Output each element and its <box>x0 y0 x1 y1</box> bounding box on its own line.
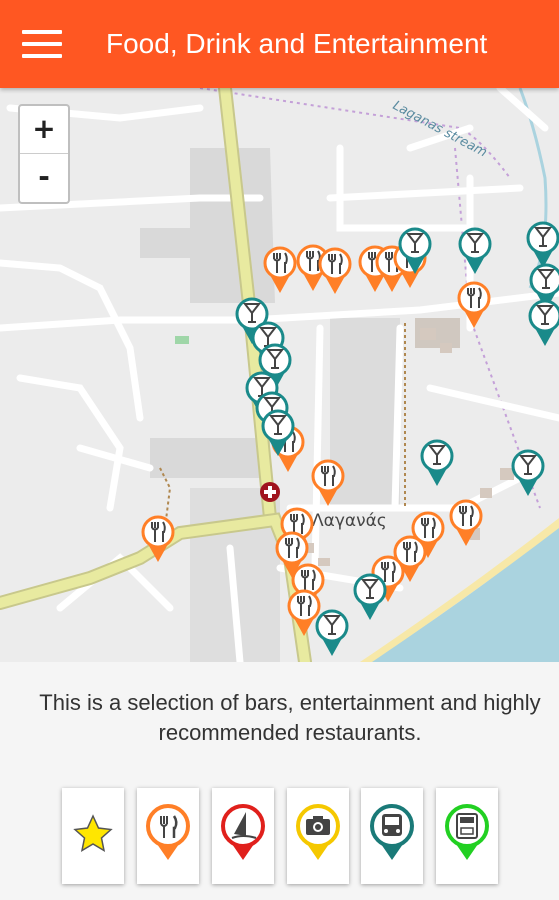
hamburger-menu-icon[interactable] <box>22 30 62 58</box>
bar-marker-icon[interactable] <box>528 299 559 346</box>
zoom-control: + - <box>18 104 70 204</box>
bar-marker-icon[interactable] <box>458 227 492 274</box>
zoom-in-button[interactable]: + <box>20 106 68 154</box>
restaurant-marker-icon[interactable] <box>318 247 352 294</box>
map-view[interactable]: Λαγανάς Laganas stream <box>0 88 559 662</box>
bar-marker-icon[interactable] <box>420 439 454 486</box>
category-activities-button[interactable] <box>212 788 274 884</box>
page-title: Food, Drink and Entertainment <box>106 28 488 59</box>
fork-knife-pin-icon <box>146 804 190 860</box>
hospital-icon <box>260 482 280 502</box>
app-bar: Food, Drink and Entertainment <box>0 0 559 88</box>
category-atm-button[interactable] <box>436 788 498 884</box>
star-icon <box>73 814 113 853</box>
stream-label: Laganas stream <box>390 98 489 160</box>
bar-marker-icon[interactable] <box>511 449 545 496</box>
category-sights-button[interactable] <box>287 788 349 884</box>
zoom-out-button[interactable]: - <box>20 154 68 201</box>
category-favorites-button[interactable] <box>62 788 124 884</box>
bar-marker-icon[interactable] <box>526 221 559 268</box>
category-food-button[interactable] <box>137 788 199 884</box>
bus-pin-icon <box>370 804 414 860</box>
place-label: Λαγανάς <box>312 511 387 531</box>
camera-pin-icon <box>296 804 340 860</box>
description-panel: This is a selection of bars, entertainme… <box>0 662 559 782</box>
bar-marker-icon[interactable] <box>315 609 349 656</box>
windsurf-pin-icon <box>221 804 265 860</box>
bar-marker-icon[interactable] <box>353 573 387 620</box>
map-tiles: Λαγανάς Laganas stream <box>0 88 559 662</box>
category-transport-button[interactable] <box>361 788 423 884</box>
restaurant-marker-icon[interactable] <box>457 281 491 328</box>
description-text: This is a selection of bars, entertainme… <box>39 690 541 745</box>
atm-pin-icon <box>445 804 489 860</box>
